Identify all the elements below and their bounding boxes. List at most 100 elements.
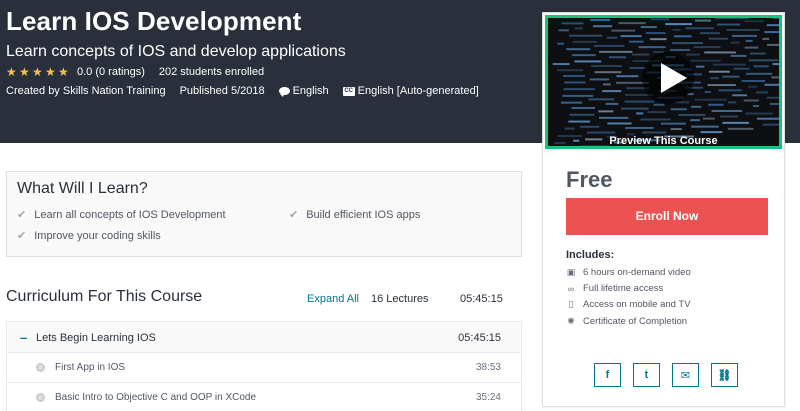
includes-heading: Includes:: [566, 249, 615, 261]
code-streak: [704, 51, 736, 54]
enroll-now-button[interactable]: Enroll Now: [566, 198, 768, 235]
course-title: Learn IOS Development: [6, 6, 302, 36]
learn-item: ✔ Learn all concepts of IOS Development: [17, 208, 226, 222]
code-streak: [695, 65, 705, 68]
code-streak: [712, 63, 746, 66]
section-duration: 05:45:15: [458, 332, 501, 344]
code-streak: [771, 76, 779, 79]
code-streak: [621, 107, 649, 110]
lecture-play-icon: [36, 363, 45, 372]
lecture-row[interactable]: First App in IOS 38:53: [6, 353, 522, 383]
code-streak: [564, 81, 586, 84]
code-streak: [590, 18, 611, 21]
star-icon: ★: [58, 65, 69, 79]
code-streak: [764, 83, 779, 86]
code-streak: [670, 108, 687, 111]
code-streak: [591, 65, 622, 68]
code-streak: [563, 88, 595, 91]
code-streak: [574, 60, 602, 63]
section-title: Lets Begin Learning IOS: [36, 332, 156, 344]
students-enrolled: 202 students enrolled: [158, 66, 265, 78]
captions-info: CC English [Auto-generated]: [342, 85, 479, 97]
closed-captions-icon: CC: [342, 86, 355, 96]
code-streak: [673, 35, 692, 38]
expand-all-link[interactable]: Expand All: [307, 293, 359, 305]
code-streak: [562, 94, 594, 97]
include-item-label: Full lifetime access: [583, 283, 664, 295]
code-streak: [672, 42, 703, 45]
lecture-duration: 38:53: [475, 362, 501, 373]
facebook-share-button[interactable]: f: [594, 363, 621, 387]
include-item: ▯ Access on mobile and TV: [566, 297, 691, 313]
star-icon: ★: [19, 65, 30, 79]
check-icon: ✔: [17, 209, 27, 221]
check-icon: ✔: [289, 209, 299, 221]
code-streak: [605, 102, 619, 105]
instructor-credit[interactable]: Created by Skills Nation Training: [6, 85, 166, 97]
preview-label[interactable]: Preview This Course: [548, 135, 779, 146]
code-streak: [653, 103, 665, 106]
course-price: Free: [566, 167, 613, 192]
code-streak: [749, 52, 766, 55]
collapse-icon[interactable]: –: [20, 330, 27, 345]
code-streak: [726, 28, 760, 31]
facebook-icon: f: [605, 369, 610, 381]
twitter-share-button[interactable]: t: [633, 363, 660, 387]
code-streak: [665, 23, 692, 26]
share-buttons: f t ✉ ⛓: [594, 363, 750, 387]
learn-item-label: Build efficient IOS apps: [306, 208, 421, 221]
code-streak: [638, 46, 666, 49]
code-streak: [691, 125, 719, 128]
code-streak: [762, 37, 770, 40]
code-streak: [593, 25, 613, 28]
language-info: English: [278, 85, 329, 97]
code-streak: [588, 98, 615, 101]
code-streak: [593, 44, 625, 47]
play-icon[interactable]: [661, 63, 687, 93]
code-streak: [718, 89, 742, 92]
code-streak: [561, 22, 584, 25]
code-streak: [752, 105, 760, 108]
check-icon: ✔: [17, 230, 27, 242]
code-streak: [670, 128, 682, 131]
code-streak: [702, 117, 715, 120]
includes-list: ▣ 6 hours on-demand video ∞ Full lifetim…: [566, 264, 691, 330]
code-streak: [636, 112, 644, 115]
lecture-title: Basic Intro to Objective C and OOP in XC…: [55, 392, 257, 403]
code-streak: [569, 113, 595, 116]
code-streak: [746, 72, 773, 75]
code-streak: [563, 74, 586, 77]
lecture-row[interactable]: Basic Intro to Objective C and OOP in XC…: [6, 383, 522, 411]
code-streak: [625, 126, 654, 129]
email-share-button[interactable]: ✉: [672, 363, 699, 387]
code-streak: [694, 19, 712, 22]
certificate-icon: ✺: [567, 315, 575, 326]
code-streak: [589, 78, 610, 81]
code-streak: [685, 27, 714, 30]
curriculum-heading: Curriculum For This Course: [6, 288, 203, 305]
code-streak: [602, 83, 611, 86]
code-streak: [708, 103, 724, 106]
code-streak: [728, 101, 737, 104]
copy-link-button[interactable]: ⛓: [711, 363, 738, 387]
language-label: English: [292, 85, 329, 97]
code-streak: [618, 22, 646, 25]
code-streak: [602, 90, 622, 93]
code-streak: [558, 29, 569, 32]
course-preview-video[interactable]: Preview This Course: [545, 15, 782, 149]
code-streak: [693, 46, 721, 49]
code-streak: [579, 125, 600, 128]
code-streak: [642, 131, 667, 134]
code-streak: [566, 48, 591, 51]
code-streak: [620, 35, 642, 38]
curriculum-section[interactable]: – Lets Begin Learning IOS 05:45:15: [6, 321, 522, 353]
code-streak: [722, 121, 749, 124]
code-streak: [556, 69, 584, 72]
star-icon: ★: [6, 65, 17, 79]
code-streak: [722, 75, 740, 78]
code-streak: [708, 37, 728, 40]
code-streak: [611, 29, 636, 32]
code-streak: [733, 67, 750, 70]
learn-item: ✔ Improve your coding skills: [17, 229, 161, 243]
what-will-i-learn: What Will I Learn? ✔ Learn all concepts …: [6, 171, 522, 257]
